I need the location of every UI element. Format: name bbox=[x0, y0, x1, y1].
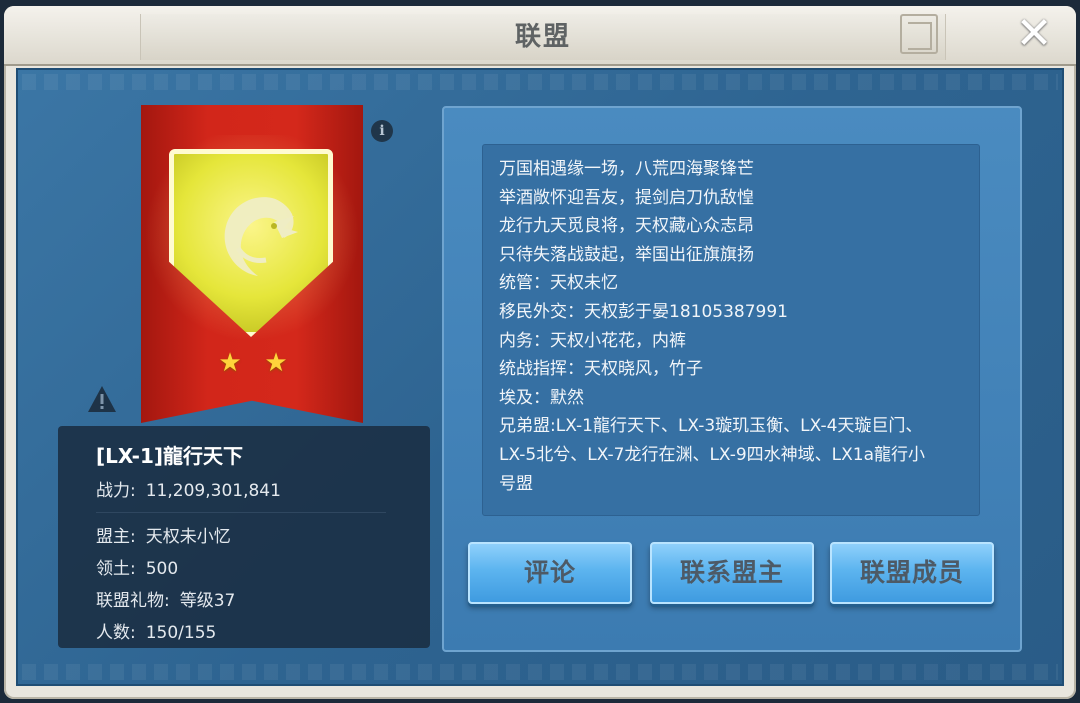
power-row: 战力: 11,209,301,841 bbox=[96, 476, 281, 501]
alliance-members-button[interactable]: 联盟成员 bbox=[830, 542, 994, 604]
gift-value: 等级37 bbox=[179, 591, 236, 611]
manifesto-line: 兄弟盟:LX-1龍行天下、LX-3璇玑玉衡、LX-4天璇巨门、 bbox=[499, 416, 923, 437]
members-label: 人数: bbox=[96, 623, 136, 643]
manifesto-line: 统战指挥：天权晓风，竹子 bbox=[499, 359, 703, 380]
divider bbox=[96, 512, 386, 513]
window-title: 联盟 bbox=[514, 22, 571, 52]
alliance-dialog: 联盟 ✕ ★ ★ i [LX-1]龍行天下 战力: 11,209,301,841… bbox=[4, 6, 1076, 699]
alliance-info-box: [LX-1]龍行天下 战力: 11,209,301,841 盟主: 天权未小忆 领土… bbox=[58, 426, 430, 648]
warning-icon[interactable] bbox=[86, 384, 118, 414]
members-value: 150/155 bbox=[145, 623, 217, 643]
info-icon[interactable]: i bbox=[371, 120, 393, 142]
manifesto-line: 万国相遇缘一场，八荒四海聚锋芒 bbox=[499, 159, 754, 179]
manifesto-line: 号盟 bbox=[499, 473, 533, 494]
leader-row: 盟主: 天权未小忆 bbox=[96, 522, 231, 547]
manifesto-line: 统管：天权未忆 bbox=[499, 273, 618, 294]
manifesto-line: 移民外交：天权彭于晏18105387991 bbox=[499, 301, 788, 322]
description-panel: 万国相遇缘一场，八荒四海聚锋芒 举酒敞怀迎吾友，提剑启刀仇敌惶 龙行九天觅良将，… bbox=[442, 106, 1022, 652]
title-band: 联盟 bbox=[140, 14, 946, 60]
star-icon: ★ bbox=[218, 348, 242, 378]
territory-value: 500 bbox=[145, 559, 179, 579]
contact-leader-button[interactable]: 联系盟主 bbox=[650, 542, 814, 604]
power-label: 战力: bbox=[96, 481, 136, 501]
comment-button[interactable]: 评论 bbox=[468, 542, 632, 604]
dragon-icon bbox=[224, 197, 298, 276]
manifesto-line: LX-5北兮、LX-7龙行在渊、LX-9四水神域、LX1a龍行小 bbox=[499, 444, 926, 465]
territory-row: 领土: 500 bbox=[96, 554, 178, 579]
leader-label: 盟主: bbox=[96, 527, 136, 547]
alliance-name: [LX-1]龍行天下 bbox=[96, 444, 244, 468]
territory-label: 领土: bbox=[96, 559, 136, 579]
star-icon: ★ bbox=[264, 348, 288, 378]
corner-ornament-right bbox=[900, 14, 938, 54]
leader-value: 天权未小忆 bbox=[145, 527, 231, 547]
close-button[interactable]: ✕ bbox=[1014, 12, 1054, 56]
title-bar: 联盟 ✕ bbox=[4, 6, 1076, 66]
power-value: 11,209,301,841 bbox=[145, 481, 281, 501]
bottom-border-pattern bbox=[22, 664, 1058, 680]
manifesto-line: 举酒敞怀迎吾友，提剑启刀仇敌惶 bbox=[499, 187, 754, 208]
manifesto-line: 内务：天权小花花，内裤 bbox=[499, 330, 686, 351]
alliance-banner: ★ ★ bbox=[141, 105, 363, 423]
top-border-pattern bbox=[22, 74, 1058, 90]
close-icon: ✕ bbox=[1015, 8, 1053, 59]
manifesto-line: 只待失落战鼓起，举国出征旗旗扬 bbox=[499, 244, 754, 265]
gift-row: 联盟礼物: 等级37 bbox=[96, 586, 235, 611]
alliance-manifesto[interactable]: 万国相遇缘一场，八荒四海聚锋芒 举酒敞怀迎吾友，提剑启刀仇敌惶 龙行九天觅良将，… bbox=[482, 144, 980, 516]
manifesto-line: 埃及：默然 bbox=[499, 387, 584, 408]
manifesto-line: 龙行九天觅良将，天权藏心众志昂 bbox=[499, 216, 754, 237]
members-row: 人数: 150/155 bbox=[96, 618, 216, 643]
main-panel: ★ ★ i [LX-1]龍行天下 战力: 11,209,301,841 盟主: 天权… bbox=[16, 68, 1064, 686]
gift-label: 联盟礼物: bbox=[96, 591, 170, 611]
